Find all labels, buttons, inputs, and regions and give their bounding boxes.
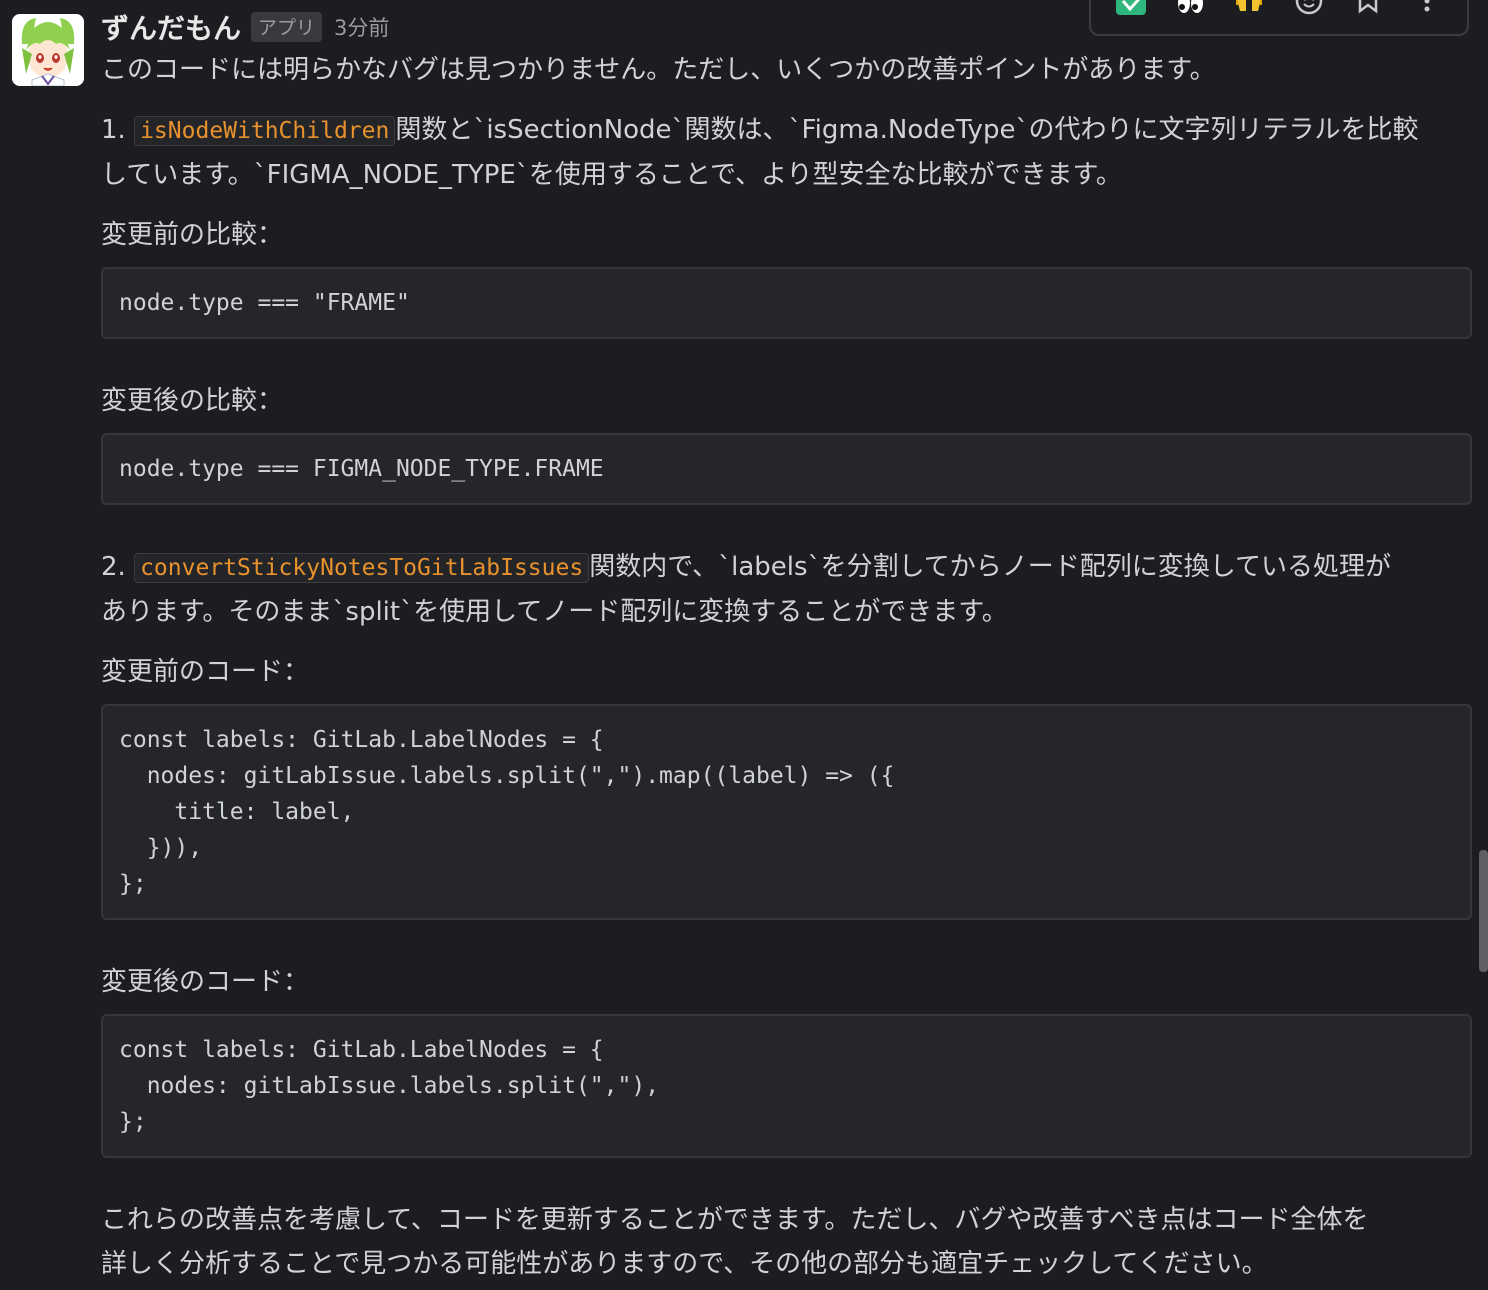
code-block-after: const labels: GitLab.LabelNodes = { node…: [101, 1014, 1472, 1158]
before-label: 変更前の比較：: [101, 220, 284, 250]
outro-text-line2: 詳しく分析することで見つかる可能性がありますので、その他の部分も適宜チェックして…: [101, 1249, 1268, 1279]
list-number: 2.: [101, 552, 126, 582]
item-text: 関数内で、`labels`を分割してからノード配列に変換している処理が: [589, 552, 1392, 582]
raised-hands-reaction-icon: [1236, 0, 1263, 11]
list-item-1: 1. isNodeWithChildren 関数と`isSectionNode`関…: [101, 108, 1472, 505]
add-reaction-icon: [1295, 0, 1322, 15]
item-text: 関数と`isSectionNode`関数は、`Figma.NodeType`の代…: [395, 115, 1419, 145]
message-header: ずんだもん アプリ 3分前: [101, 8, 389, 46]
item-text-line2: あります。そのまま`split`を使用してノード配列に変換することができます。: [101, 597, 1008, 627]
sender-name[interactable]: ずんだもん: [101, 7, 241, 47]
add-reaction-button[interactable]: [1290, 0, 1328, 31]
message-body: このコードには明らかなバグは見つかりません。ただし、いくつかの改善ポイントがあり…: [101, 48, 1472, 1286]
check-reaction-icon: [1115, 0, 1146, 15]
after-label: 変更後のコード：: [101, 967, 310, 997]
after-label: 変更後の比較：: [101, 386, 284, 416]
message-timestamp[interactable]: 3分前: [334, 12, 389, 42]
bookmark-icon: [1358, 0, 1378, 14]
inline-code: isNodeWithChildren: [134, 116, 396, 146]
item-text-line2: しています。`FIGMA_NODE_TYPE`を使用することで、より型安全な比較…: [101, 160, 1122, 190]
message-actions-toolbar: [1089, 0, 1469, 36]
list-number: 1.: [101, 115, 126, 145]
code-block-before: const labels: GitLab.LabelNodes = { node…: [101, 704, 1472, 920]
scrollbar-thumb[interactable]: [1479, 850, 1488, 972]
app-badge: アプリ: [251, 12, 323, 42]
more-actions-icon: [1424, 0, 1430, 12]
more-actions-button[interactable]: [1408, 0, 1446, 31]
outro-text-line1: これらの改善点を考慮して、コードを更新することができます。ただし、バグや改善すべ…: [101, 1205, 1369, 1235]
bookmark-button[interactable]: [1349, 0, 1387, 31]
code-block-after: node.type === FIGMA_NODE_TYPE.FRAME: [101, 433, 1472, 505]
zundamon-avatar-image: [12, 14, 84, 86]
eyes-reaction-button[interactable]: [1171, 0, 1209, 31]
inline-code: convertStickyNotesToGitLabIssues: [134, 553, 590, 583]
check-reaction-button[interactable]: [1112, 0, 1150, 31]
code-block-before: node.type === "FRAME": [101, 267, 1472, 339]
eyes-reaction-icon: [1177, 0, 1203, 13]
list-item-2: 2. convertStickyNotesToGitLabIssues 関数内で、…: [101, 545, 1472, 1158]
before-label: 変更前のコード：: [101, 657, 310, 687]
raised-hands-reaction-button[interactable]: [1230, 0, 1268, 31]
intro-text: このコードには明らかなバグは見つかりません。ただし、いくつかの改善ポイントがあり…: [101, 55, 1216, 85]
avatar[interactable]: [12, 14, 84, 86]
